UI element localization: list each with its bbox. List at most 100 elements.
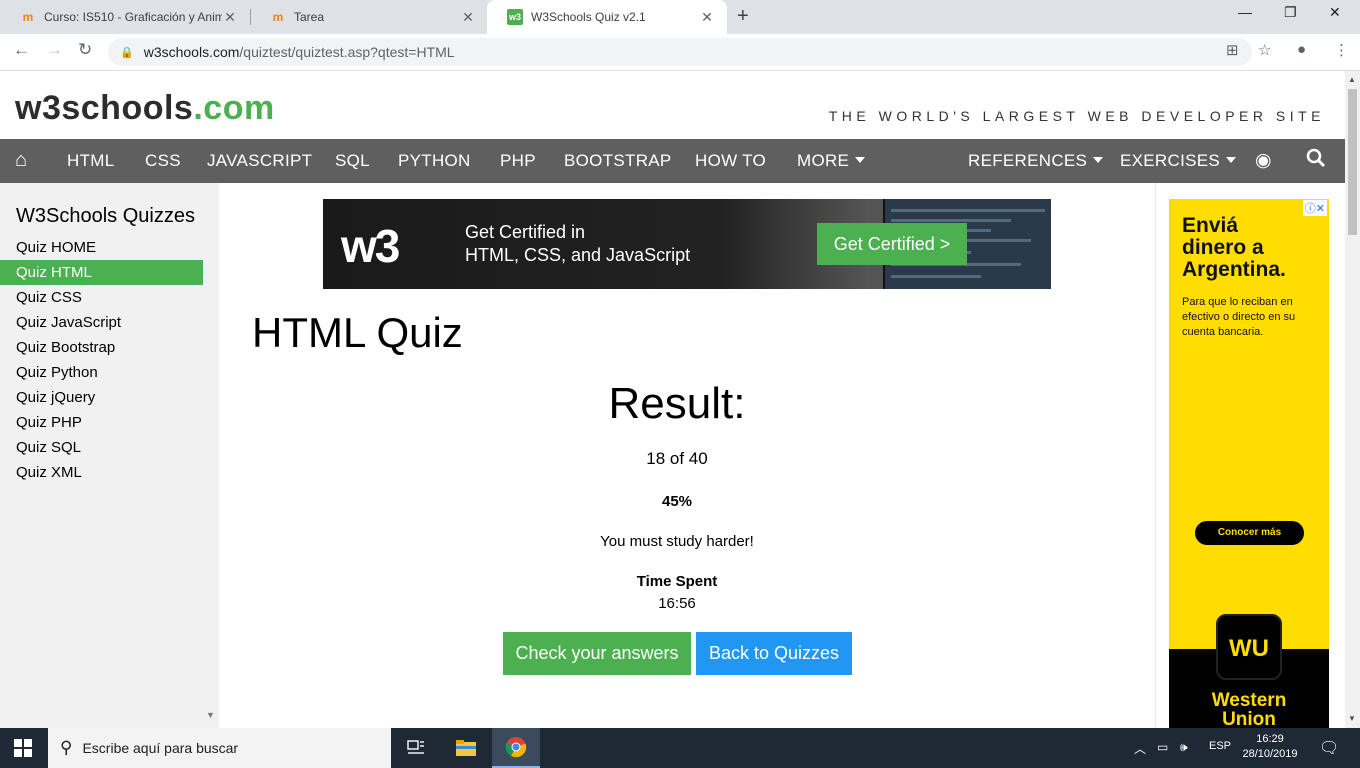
sidebar-item-quiz-javascript[interactable]: Quiz JavaScript [0, 310, 203, 335]
logo-suffix: .com [193, 89, 275, 127]
clock-date: 28/10/2019 [1242, 748, 1298, 760]
bookmark-star-icon[interactable]: ☆ [1258, 41, 1271, 59]
sidebar-item-quiz-html[interactable]: Quiz HTML [0, 260, 203, 285]
sidebar-item-quiz-python[interactable]: Quiz Python [0, 360, 203, 385]
banner-line1: Get Certified in [465, 222, 586, 242]
tab-course[interactable]: m Curso: IS510 - Graficación y Animación… [0, 0, 250, 34]
scrollbar-thumb[interactable] [1348, 89, 1357, 235]
content-divider [1155, 183, 1156, 728]
nav-sql[interactable]: SQL [335, 151, 370, 171]
banner-w3-logo: w3 [341, 220, 400, 272]
ad-body: Para que lo reciban en efectivo o direct… [1182, 296, 1296, 338]
file-explorer-icon[interactable] [442, 728, 490, 768]
profile-icon[interactable]: ● [1297, 41, 1306, 58]
certification-banner[interactable]: w3 Get Certified in HTML, CSS, and JavaS… [323, 199, 1051, 289]
adchoices-icon[interactable]: ⓘ✕ [1302, 200, 1327, 216]
taskbar-search-box[interactable]: ⚲ Escribe aquí para buscar [48, 728, 391, 768]
address-bar[interactable]: 🔒 w3schools.com /quiztest/quiztest.asp?q… [108, 38, 1252, 66]
moodle-icon: m [22, 10, 34, 24]
caret-down-icon [855, 157, 866, 163]
reload-icon[interactable]: ↻ [78, 40, 92, 60]
result-heading: Result: [608, 379, 746, 428]
nav-howto[interactable]: HOW TO [695, 151, 766, 171]
sidebar-item-quiz-home[interactable]: Quiz HOME [0, 235, 203, 260]
lock-icon: 🔒 [120, 46, 134, 59]
nav-javascript[interactable]: JAVASCRIPT [207, 151, 312, 171]
translate-icon[interactable]: ⊞ [1226, 41, 1239, 59]
url-host: w3schools.com [143, 44, 240, 60]
minimize-icon[interactable]: — [1238, 4, 1252, 20]
back-to-quizzes-button[interactable]: Back to Quizzes [696, 632, 852, 675]
nav-more-label: MORE [797, 151, 850, 170]
nav-references[interactable]: REFERENCES [968, 151, 1104, 171]
taskbar-clock[interactable]: 16:29 28/10/2019 [1240, 732, 1300, 762]
sidebar-item-quiz-jquery[interactable]: Quiz jQuery [0, 385, 203, 410]
sidebar-item-quiz-bootstrap[interactable]: Quiz Bootstrap [0, 335, 203, 360]
nav-php[interactable]: PHP [500, 151, 536, 171]
page-scrollbar[interactable]: ▲ ▼ [1345, 71, 1360, 728]
nav-bootstrap[interactable]: BOOTSTRAP [564, 151, 672, 171]
back-icon[interactable]: ← [13, 40, 30, 60]
new-tab-icon[interactable]: + [737, 5, 749, 28]
sidebar-item-quiz-sql[interactable]: Quiz SQL [0, 435, 203, 460]
top-navigation: ⌂ HTML CSS JAVASCRIPT SQL PYTHON PHP BOO… [0, 139, 1345, 183]
search-icon: ⚲ [60, 738, 73, 757]
chrome-icon[interactable] [492, 728, 540, 768]
globe-icon[interactable]: ◉ [1255, 149, 1272, 172]
ad-headline: Enviá dinero a Argentina. [1182, 215, 1286, 281]
forward-icon[interactable]: → [46, 40, 63, 60]
restore-icon[interactable]: ❐ [1284, 4, 1297, 21]
ad-brand-line2: Union [1222, 709, 1276, 728]
sidebar-item-quiz-css[interactable]: Quiz CSS [0, 285, 203, 310]
nav-exercises-label: EXERCISES [1120, 151, 1221, 170]
tab-title: W3Schools Quiz v2.1 [531, 10, 646, 24]
ad-brand: Western Union [1169, 691, 1329, 728]
url-path: /quiztest/quiztest.asp?qtest=HTML [239, 44, 455, 60]
task-view-icon[interactable] [392, 728, 440, 768]
tray-chevron-icon[interactable]: ︿ [1134, 740, 1146, 757]
close-icon[interactable]: ✕ [222, 9, 238, 26]
home-icon[interactable]: ⌂ [15, 149, 27, 172]
tab-title: Curso: IS510 - Graficación y Animación [44, 10, 222, 24]
notifications-icon[interactable]: 🗨 [1319, 738, 1339, 758]
search-icon[interactable] [1306, 148, 1326, 173]
tab-tarea[interactable]: m Tarea ✕ [250, 0, 488, 34]
close-icon[interactable]: ✕ [699, 9, 715, 26]
nav-python[interactable]: PYTHON [398, 151, 471, 171]
ad-brand-line1: Western [1211, 690, 1287, 711]
nav-exercises[interactable]: EXERCISES [1120, 151, 1237, 171]
get-certified-button[interactable]: Get Certified > [817, 223, 967, 265]
western-union-logo: WU [1216, 614, 1282, 680]
close-window-icon[interactable]: ✕ [1329, 4, 1341, 21]
scroll-down-icon[interactable]: ▼ [1348, 714, 1356, 723]
network-icon[interactable]: ▭ [1157, 740, 1168, 754]
scroll-up-icon[interactable]: ▲ [1348, 75, 1356, 84]
nav-css[interactable]: CSS [145, 151, 181, 171]
page-title: HTML Quiz [252, 309, 463, 356]
logo-main: w3schools [15, 89, 194, 127]
site-tagline: THE WORLD'S LARGEST WEB DEVELOPER SITE [828, 108, 1325, 124]
taskbar-search-placeholder: Escribe aquí para buscar [82, 740, 239, 756]
page-viewport: w3schools.com THE WORLD'S LARGEST WEB DE… [0, 71, 1345, 728]
time-spent-value: 16:56 [658, 595, 696, 612]
advertisement[interactable]: ⓘ✕ Enviá dinero a Argentina. Para que lo… [1169, 199, 1329, 728]
sidebar-item-quiz-php[interactable]: Quiz PHP [0, 410, 203, 435]
ad-headline-line1: Enviá [1182, 214, 1239, 237]
sidebar-item-quiz-xml[interactable]: Quiz XML [0, 460, 203, 485]
ad-cta-button[interactable]: Conocer más [1195, 521, 1304, 545]
site-logo[interactable]: w3schools.com [15, 89, 275, 128]
check-answers-button[interactable]: Check your answers [503, 632, 691, 675]
language-indicator[interactable]: ESP [1209, 740, 1231, 752]
close-icon[interactable]: ✕ [460, 9, 476, 26]
windows-start-icon[interactable] [14, 739, 32, 757]
ad-headline-line2: dinero a [1182, 236, 1264, 259]
moodle-icon: m [272, 10, 284, 24]
sidebar-scroll-down-icon[interactable]: ▼ [206, 710, 215, 720]
caret-down-icon [1093, 157, 1104, 163]
volume-icon[interactable]: 🕪 [1180, 740, 1188, 755]
nav-html[interactable]: HTML [67, 151, 114, 171]
tab-w3schools[interactable]: w3 W3Schools Quiz v2.1 ✕ [487, 0, 727, 34]
browser-toolbar: ← → ↻ 🔒 w3schools.com /quiztest/quiztest… [0, 34, 1360, 71]
nav-more[interactable]: MORE [797, 151, 866, 171]
menu-kebab-icon[interactable]: ⋮ [1334, 41, 1349, 59]
